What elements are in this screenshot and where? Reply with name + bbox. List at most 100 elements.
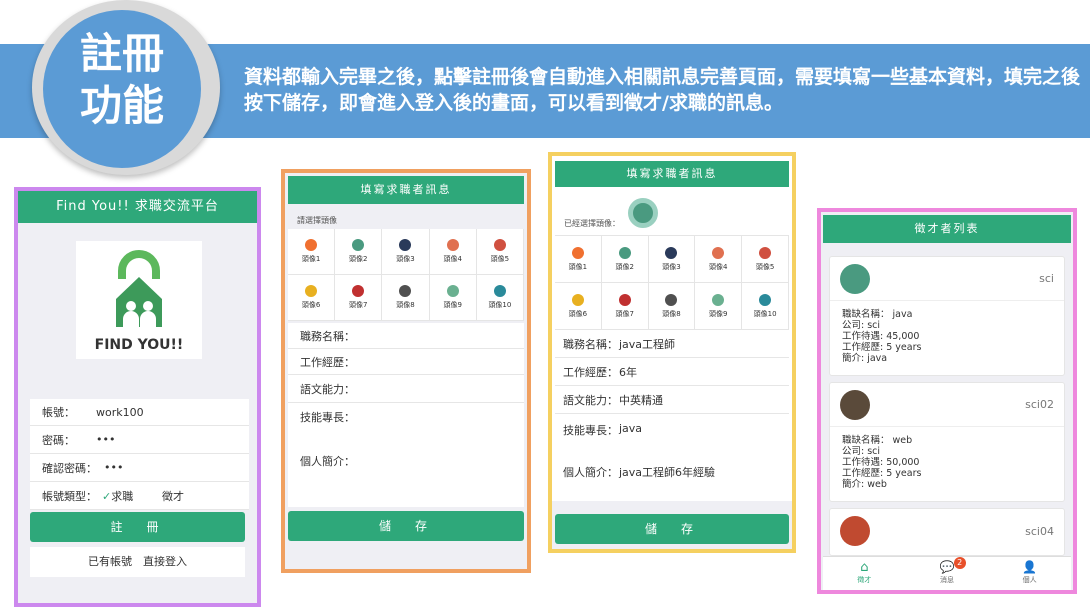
avatar-8-icon [399,285,412,297]
tab-recruit[interactable]: ⌂ 徵才 [823,557,906,590]
avatar-option-9[interactable]: 頭像9 [429,275,477,321]
avatar-option-4[interactable]: 頭像4 [695,236,743,283]
avatar-option-7[interactable]: 頭像7 [335,275,383,321]
lock-house-logo-icon [116,250,162,327]
recruiter-info: 職缺名稱： java 公司: sci 工作待遇: 45,000 工作經歷: 5 … [830,301,1064,372]
avatar-3-icon [665,246,678,259]
banner-description: 資料都輸入完畢之後，點擊註冊後會自動進入相關訊息完善頁面，需要填寫一些基本資料，… [244,66,1081,114]
avatar-option-2[interactable]: 頭像2 [601,236,649,283]
recruiter-name: sci04 [1025,524,1054,538]
job-title-field[interactable]: 職務名稱： java工程師 [555,330,789,358]
experience-line: 工作經歷: 5 years [842,468,922,479]
avatar-option-9[interactable]: 頭像9 [695,283,743,330]
tab-messages[interactable]: 💬 2 消息 [906,557,989,590]
selected-avatar-icon [628,198,658,228]
company-line: 公司: sci [842,320,881,331]
avatar-option-5[interactable]: 頭像5 [742,236,789,283]
work-experience-value: 6年 [619,365,637,379]
work-experience-field[interactable]: 工作經歷： 6年 [555,358,789,386]
skills-field[interactable]: 技能專長： [288,403,524,447]
bio-field[interactable]: 個人簡介： [288,447,524,507]
tab-bar: ⌂ 徵才 💬 2 消息 👤 個人 [823,556,1071,590]
confirm-password-field[interactable]: 確認密碼： ••• [30,454,249,482]
skills-label: 技能專長： [300,411,355,424]
language-field[interactable]: 語文能力： [288,375,524,403]
job-title-label: 職務名稱： [563,337,618,351]
avatar-6-icon [305,285,318,297]
avatar-option-6[interactable]: 頭像6 [288,275,336,321]
job-name-line: 職缺名稱： java [842,309,913,320]
job-title-value: java工程師 [619,337,676,351]
avatar-option-4[interactable]: 頭像4 [429,229,477,275]
work-experience-label: 工作經歷： [563,365,618,379]
recruiter-card[interactable]: sci 職缺名稱： java 公司: sci 工作待遇: 45,000 工作經歷… [829,256,1065,376]
form-filled-header: 填寫求職者訊息 [555,161,789,187]
bio-value: java工程師6年經驗 [619,466,716,479]
avatar-8-label: 頭像8 [662,309,681,318]
form-empty-fields: 職務名稱： 工作經歷： 語文能力： 技能專長： 個人簡介： [288,323,524,507]
avatar-9-label: 頭像9 [709,309,728,318]
avatar-option-7[interactable]: 頭像7 [601,283,649,330]
save-button[interactable]: 儲 存 [555,514,789,544]
password-value: ••• [96,433,116,446]
type-option-jobseeker[interactable]: ✓求職 [102,488,162,504]
avatar-option-3[interactable]: 頭像3 [648,236,696,283]
recruiter-list-screen: 徵才者列表 sci 職缺名稱： java 公司: sci 工作待遇: 45,00… [817,208,1077,594]
work-experience-field[interactable]: 工作經歷： [288,349,524,375]
tab-profile[interactable]: 👤 個人 [988,557,1071,590]
job-title-label: 職務名稱： [300,329,355,343]
badge-title-line2: 功能 [79,81,164,130]
salary-line: 工作待遇: 50,000 [842,457,920,468]
type-option-jobseeker-label: 求職 [111,489,134,503]
password-field[interactable]: 密碼： ••• [30,426,249,454]
type-option-recruiter[interactable]: 徵才 [162,488,184,504]
form-empty-header: 填寫求職者訊息 [288,176,524,204]
save-button[interactable]: 儲 存 [288,511,524,541]
avatar-prompt-filled: 已經選擇頭像： [564,219,620,228]
company-line: 公司: sci [842,446,881,457]
experience-line: 工作經歷: 5 years [842,342,922,353]
login-link[interactable]: 已有帳號 直接登入 [30,547,245,577]
avatar-7-icon [618,293,631,306]
account-label: 帳號： [42,406,75,419]
avatar-4-icon [446,239,459,251]
avatar-option-10[interactable]: 頭像10 [476,275,524,321]
avatar-option-2[interactable]: 頭像2 [335,229,383,275]
avatar-6-icon [571,293,584,306]
logo: FIND YOU!! [76,241,202,359]
avatar-6-label: 頭像6 [301,301,321,309]
avatar-1-label: 頭像1 [301,255,321,263]
skills-value: java [619,422,643,435]
avatar-10-label: 頭像10 [488,301,512,309]
recruiter-card[interactable]: sci04 [829,508,1065,556]
register-button[interactable]: 註 冊 [30,512,245,542]
avatar-grid: 頭像1 頭像2 頭像3 頭像4 頭像5 頭像6 頭像7 頭像8 頭像9 頭像10 [288,229,524,321]
chat-icon: 💬 [939,560,955,574]
avatar-option-3[interactable]: 頭像3 [382,229,430,275]
avatar-1-label: 頭像1 [568,262,588,271]
job-title-field[interactable]: 職務名稱： [288,323,524,349]
avatar-option-10[interactable]: 頭像10 [742,283,789,330]
avatar-prompt: 請選擇頭像 [297,216,337,225]
avatar-6-label: 頭像6 [568,309,588,318]
avatar-option-8[interactable]: 頭像8 [382,275,430,321]
account-value: work100 [96,405,144,419]
avatar-9-label: 頭像9 [443,301,462,309]
language-field[interactable]: 語文能力： 中英精通 [555,386,789,414]
avatar-3-icon [399,239,412,251]
avatar-option-6[interactable]: 頭像6 [555,283,602,330]
bio-label: 個人簡介： [563,466,618,479]
avatar-2-label: 頭像2 [615,262,634,271]
recruiter-avatar-icon [840,389,870,420]
avatar-7-icon [352,285,365,297]
skills-field[interactable]: 技能專長： java [555,414,789,456]
avatar-option-1[interactable]: 頭像1 [555,236,602,283]
account-type-row: 帳號類型： ✓求職 徵才 [30,482,249,510]
recruiter-card[interactable]: sci02 職缺名稱： web 公司: sci 工作待遇: 50,000 工作經… [829,382,1065,502]
avatar-option-8[interactable]: 頭像8 [648,283,696,330]
account-field[interactable]: 帳號： work100 [30,399,249,426]
job-name-line: 職缺名稱： web [842,435,913,446]
avatar-option-1[interactable]: 頭像1 [288,229,336,275]
avatar-2-icon [352,239,365,251]
avatar-option-5[interactable]: 頭像5 [476,229,524,275]
